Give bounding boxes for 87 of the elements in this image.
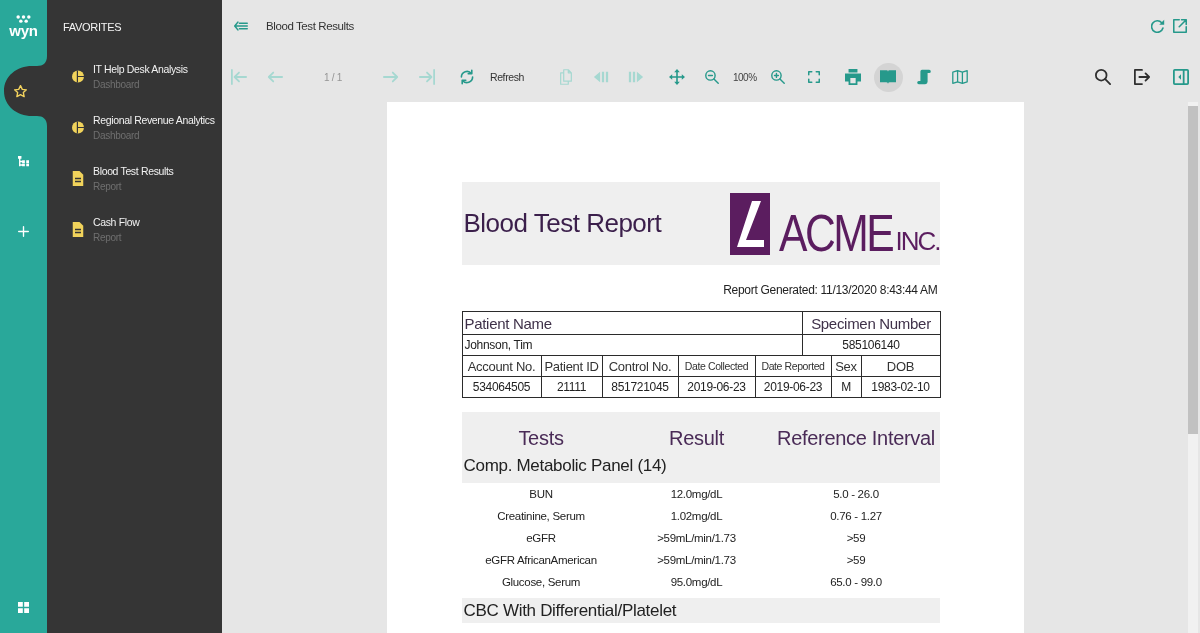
arrow-right-icon bbox=[383, 69, 399, 85]
arrow-left-icon bbox=[267, 69, 283, 85]
pie-chart-icon bbox=[72, 120, 84, 135]
table-cell-text: 1.02mg/dL bbox=[669, 510, 724, 522]
page-number-text: 1 / 1 bbox=[323, 71, 343, 83]
table-cell: 2019-06-23 bbox=[755, 376, 831, 398]
logo-suffix-text: INC. bbox=[895, 228, 940, 253]
table-cell-text: >59 bbox=[845, 532, 867, 544]
table-cell: 21111 bbox=[541, 376, 602, 398]
four-way-arrow-icon bbox=[668, 69, 685, 85]
book-icon bbox=[880, 69, 897, 85]
table-cell: 1983-02-10 bbox=[861, 376, 940, 398]
column-header: Reference Interval bbox=[776, 427, 936, 450]
table-cell-text: 65.0 - 99.0 bbox=[829, 576, 883, 588]
printer-icon bbox=[844, 69, 861, 85]
favorite-item[interactable]: IT Help Desk Analysis Dashboard bbox=[55, 56, 214, 102]
column-header: Date Collected bbox=[678, 356, 755, 377]
column-header: Patient Name bbox=[462, 311, 802, 335]
logo-text: wyn bbox=[9, 23, 38, 38]
bars-triangle-icon bbox=[627, 69, 644, 85]
table-cell: 2019-06-23 bbox=[678, 376, 755, 398]
scrollbar[interactable] bbox=[1188, 102, 1198, 633]
back-arrow-icon bbox=[234, 21, 248, 31]
table-cell: 851721045 bbox=[602, 376, 678, 398]
favorite-item[interactable]: Regional Revenue Analytics Dashboard bbox=[55, 107, 214, 153]
table-cell-text: >59mL/min/1.73 bbox=[656, 554, 737, 566]
table-cell-text: 5.0 - 26.0 bbox=[832, 488, 880, 500]
refresh-button[interactable]: Refresh bbox=[457, 63, 526, 91]
panel-title: CBC With Differential/Platelet bbox=[463, 600, 677, 621]
star-icon bbox=[14, 84, 27, 98]
book-view-button[interactable] bbox=[873, 62, 903, 92]
documents-icon bbox=[557, 69, 574, 85]
column-header: Specimen Number bbox=[802, 311, 940, 335]
scroll-icon bbox=[916, 69, 933, 85]
favorite-item[interactable]: Blood Test Results Report bbox=[55, 158, 214, 204]
magnifier-plus-icon bbox=[770, 70, 785, 84]
arrow-left-bar-icon bbox=[231, 69, 247, 85]
favorite-item[interactable]: Cash Flow Report bbox=[55, 209, 214, 255]
tree-icon bbox=[18, 155, 29, 167]
table-cell-text: Creatinine, Serum bbox=[496, 510, 586, 522]
scrollbar-thumb[interactable] bbox=[1188, 106, 1198, 434]
table-cell-text: BUN bbox=[528, 488, 554, 500]
document-icon bbox=[72, 222, 84, 237]
pie-chart-icon bbox=[72, 69, 84, 84]
column-header: Result bbox=[668, 427, 725, 450]
column-header: Control No. bbox=[602, 356, 678, 377]
table-cell: 585106140 bbox=[802, 334, 940, 356]
column-header: Tests bbox=[517, 427, 565, 450]
table-cell-text: >59mL/min/1.73 bbox=[656, 532, 737, 544]
report-title: Blood Test Report bbox=[463, 208, 662, 239]
arrow-right-bar-icon bbox=[419, 69, 435, 85]
document-title: Blood Test Results bbox=[266, 20, 354, 32]
sidebar-title: FAVORITES bbox=[63, 20, 122, 34]
plus-icon bbox=[18, 225, 29, 237]
triangle-bars-icon bbox=[592, 69, 609, 85]
panel-title: Comp. Metabolic Panel (14) bbox=[463, 455, 667, 476]
table-cell-text: eGFR bbox=[525, 532, 557, 544]
column-header: Sex bbox=[831, 356, 861, 377]
table-cell-text: >59 bbox=[845, 554, 867, 566]
circular-arrow-icon bbox=[1151, 19, 1165, 33]
magnifier-minus-icon bbox=[704, 70, 719, 84]
square-arrow-icon bbox=[1173, 19, 1187, 33]
search-icon bbox=[1095, 69, 1111, 85]
corner-brackets-icon bbox=[807, 71, 820, 83]
box-arrow-icon bbox=[1134, 69, 1150, 85]
report-generated-text: Report Generated: 11/13/2020 8:43:44 AM bbox=[723, 282, 938, 298]
column-header: Account No. bbox=[462, 356, 541, 377]
circular-arrows-icon bbox=[459, 69, 475, 85]
table-cell-text: Glucose, Serum bbox=[500, 576, 582, 588]
column-header: Date Reported bbox=[755, 356, 831, 377]
logo-mark-icon bbox=[730, 192, 771, 255]
table-cell-text: eGFR AfricanAmerican bbox=[484, 554, 598, 566]
table-cell: Johnson, Tim bbox=[462, 334, 802, 356]
table-cell: M bbox=[831, 376, 861, 398]
logo-dots-icon bbox=[16, 14, 31, 23]
table-cell-text: 12.0mg/dL bbox=[669, 488, 724, 500]
table-cell-text: 95.0mg/dL bbox=[669, 576, 724, 588]
zoom-level-text: 100% bbox=[732, 71, 757, 83]
logo-text: ACME bbox=[779, 210, 893, 255]
table-cell-text: 0.76 - 1.27 bbox=[829, 510, 883, 522]
grid-icon bbox=[18, 601, 29, 613]
sidebar-panel-icon bbox=[1173, 69, 1189, 85]
table-cell: 534064505 bbox=[462, 376, 541, 398]
column-header: Patient ID bbox=[541, 356, 602, 377]
document-icon bbox=[72, 171, 84, 186]
column-header: DOB bbox=[861, 356, 940, 377]
map-icon bbox=[952, 69, 969, 85]
